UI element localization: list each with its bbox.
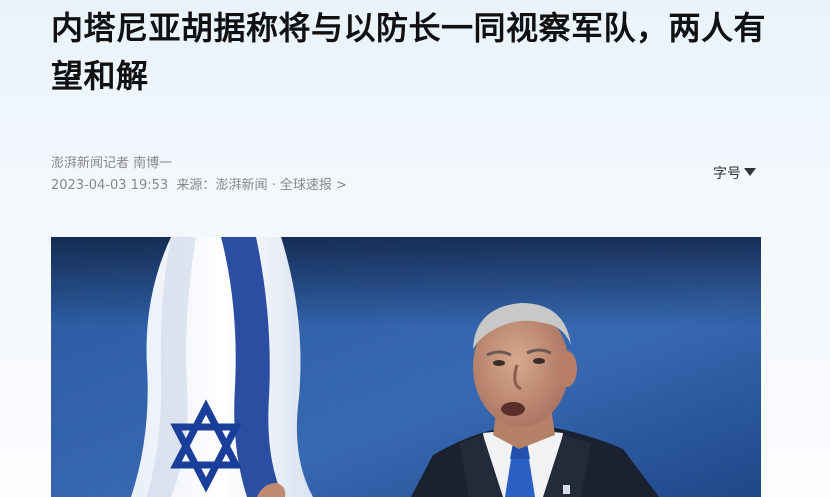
font-size-button[interactable]: 字号 xyxy=(713,163,756,183)
source-prefix: 来源： xyxy=(176,178,216,193)
dateline: 2023-04-03 19:53 来源：澎湃新闻 · 全球速报 > xyxy=(51,174,347,193)
article-meta: 澎湃新闻记者 南博一 2023-04-03 19:53 来源：澎湃新闻 · 全球… xyxy=(51,152,771,196)
article-photo xyxy=(51,237,761,497)
author-byline: 澎湃新闻记者 南博一 xyxy=(51,156,173,171)
israeli-flag xyxy=(131,237,313,497)
source-link[interactable]: 澎湃新闻 · 全球速报 xyxy=(215,174,331,193)
article-headline: 内塔尼亚胡据称将与以防长一同视察军队，两人有望和解 xyxy=(51,9,767,95)
font-size-label: 字号 xyxy=(713,166,741,182)
triangle-down-icon xyxy=(744,168,756,176)
photo-illustration xyxy=(51,237,761,497)
publish-datetime: 2023-04-03 19:53 xyxy=(51,178,169,193)
chevron-right-icon[interactable]: > xyxy=(336,178,347,193)
